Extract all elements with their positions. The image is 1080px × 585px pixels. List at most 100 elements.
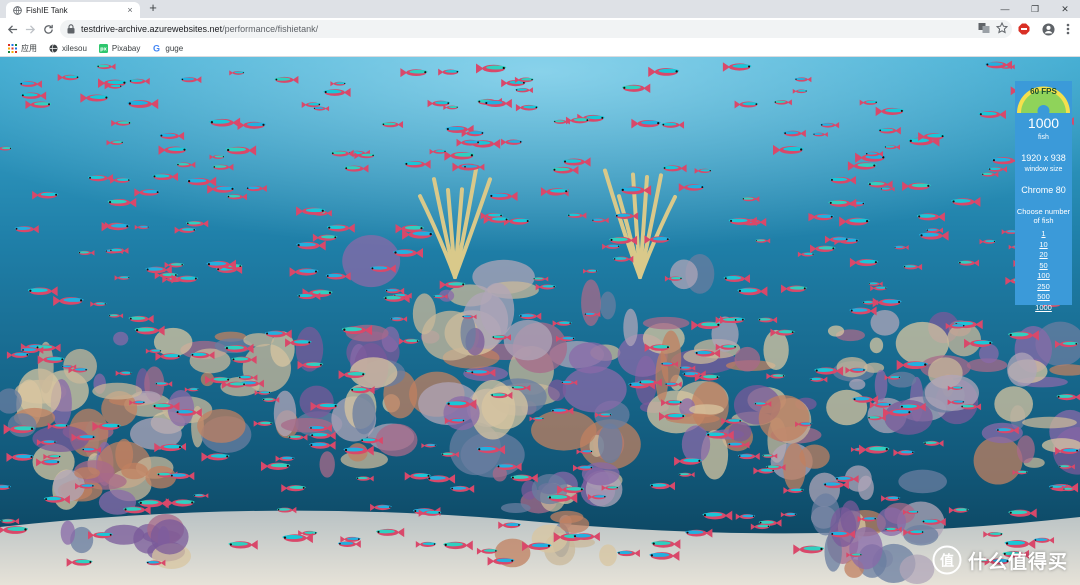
coral: [689, 404, 724, 415]
back-button[interactable]: [4, 21, 20, 37]
page-viewport: 60 FPS 1000 fish 1920 x 938 window size …: [0, 57, 1080, 585]
smzdm-logo-icon: 值: [932, 545, 962, 575]
reload-icon: [43, 24, 53, 34]
coral: [7, 413, 37, 438]
bookmark-label: guge: [165, 43, 184, 53]
forward-button[interactable]: [22, 21, 38, 37]
coral: [299, 385, 334, 419]
fish-option-500[interactable]: 500: [1015, 292, 1072, 303]
coral: [121, 462, 148, 480]
coral: [1022, 416, 1077, 429]
coral: [481, 385, 528, 430]
coral: [280, 417, 333, 433]
coral: [681, 425, 711, 464]
coral: [898, 469, 947, 494]
coral: [903, 524, 939, 546]
extension-button[interactable]: [1016, 21, 1032, 37]
bookmark-pixabay[interactable]: px Pixabay: [98, 43, 141, 53]
fish-option-1000[interactable]: 1000: [1015, 303, 1072, 314]
coral: [849, 378, 866, 390]
fish-option-1[interactable]: 1: [1015, 229, 1072, 240]
coral: [319, 451, 335, 478]
fps-readout: 60 FPS: [1030, 87, 1057, 96]
coral: [531, 409, 597, 451]
coral: [1007, 352, 1037, 387]
more-vertical-icon: [1066, 23, 1070, 35]
aquarium-scene: [0, 57, 1080, 585]
fps-gauge: [1017, 86, 1070, 113]
fish-option-100[interactable]: 100: [1015, 271, 1072, 282]
choose-fish-label: Choose number of fish: [1016, 207, 1071, 225]
coral: [783, 443, 806, 492]
coral: [758, 395, 810, 442]
minimize-button[interactable]: —: [990, 0, 1020, 18]
coral: [869, 337, 884, 354]
coral: [874, 369, 888, 401]
reload-button[interactable]: [40, 21, 56, 37]
coral: [568, 342, 613, 374]
close-window-button[interactable]: ✕: [1050, 0, 1080, 18]
pixabay-icon: px: [98, 43, 108, 53]
fish-option-250[interactable]: 250: [1015, 282, 1072, 293]
window-size-value: 1920 x 938: [1021, 153, 1066, 163]
watermark-text: 什么值得买: [967, 551, 1068, 573]
browser-tab[interactable]: FishIE Tank ×: [6, 2, 140, 18]
arrow-right-icon: [25, 24, 35, 34]
coral: [197, 408, 246, 443]
coral: [559, 515, 590, 534]
tab-title: FishIE Tank: [26, 5, 68, 15]
coral: [623, 308, 638, 347]
coral: [973, 436, 1023, 485]
address-bar[interactable]: testdrive-archive.azurewebsites.net/perf…: [60, 20, 1012, 38]
bookmarks-bar: 应用 xilesou px Pixabay G guge: [0, 40, 1080, 57]
fish-option-10[interactable]: 10: [1015, 240, 1072, 251]
coral: [763, 329, 789, 370]
coral: [74, 467, 100, 479]
bookmark-xilesou[interactable]: xilesou: [49, 44, 87, 53]
coral: [503, 319, 553, 361]
profile-button[interactable]: [1040, 21, 1056, 37]
close-tab-icon[interactable]: ×: [124, 5, 136, 15]
coral: [827, 325, 845, 337]
coral: [994, 386, 1034, 422]
adblock-icon: [1018, 23, 1030, 35]
menu-button[interactable]: [1060, 21, 1076, 37]
svg-text:G: G: [153, 44, 160, 53]
coral: [660, 330, 682, 386]
coral: [352, 393, 376, 435]
coral: [597, 423, 623, 464]
coral: [1016, 435, 1035, 464]
coral: [92, 382, 143, 400]
fish-count-options: 1 10 20 50 100 250 500 1000: [1015, 229, 1072, 313]
coral: [460, 315, 476, 351]
coral: [562, 366, 627, 413]
browser-version: Chrome 80: [1021, 185, 1066, 195]
coral: [599, 544, 617, 567]
coral: [887, 371, 917, 388]
bookmark-label: Pixabay: [111, 43, 141, 53]
google-icon: G: [153, 44, 160, 53]
bookmark-label: 应用: [21, 43, 37, 53]
browser-toolbar: testdrive-archive.azurewebsites.net/perf…: [0, 18, 1080, 40]
bookmark-apps[interactable]: 应用: [8, 43, 37, 54]
coral: [669, 259, 698, 290]
account-circle-icon: [1041, 22, 1055, 36]
coral: [642, 316, 690, 330]
coral: [734, 346, 761, 372]
maximize-button[interactable]: ❐: [1020, 0, 1050, 18]
coral: [342, 235, 401, 288]
fish-option-20[interactable]: 20: [1015, 250, 1072, 261]
fish-option-50[interactable]: 50: [1015, 261, 1072, 272]
globe-icon: [49, 43, 58, 53]
bookmark-guge[interactable]: G guge: [152, 44, 183, 53]
coral: [145, 465, 177, 489]
coral: [599, 291, 616, 320]
new-tab-button[interactable]: +: [146, 1, 160, 15]
coral: [581, 279, 601, 327]
coral: [899, 554, 935, 585]
bookmark-star-icon[interactable]: [996, 22, 1008, 34]
translate-icon[interactable]: [978, 22, 990, 34]
arrow-left-icon: [7, 24, 17, 34]
stats-panel: 60 FPS 1000 fish 1920 x 938 window size …: [1015, 81, 1072, 312]
coral: [830, 507, 857, 548]
